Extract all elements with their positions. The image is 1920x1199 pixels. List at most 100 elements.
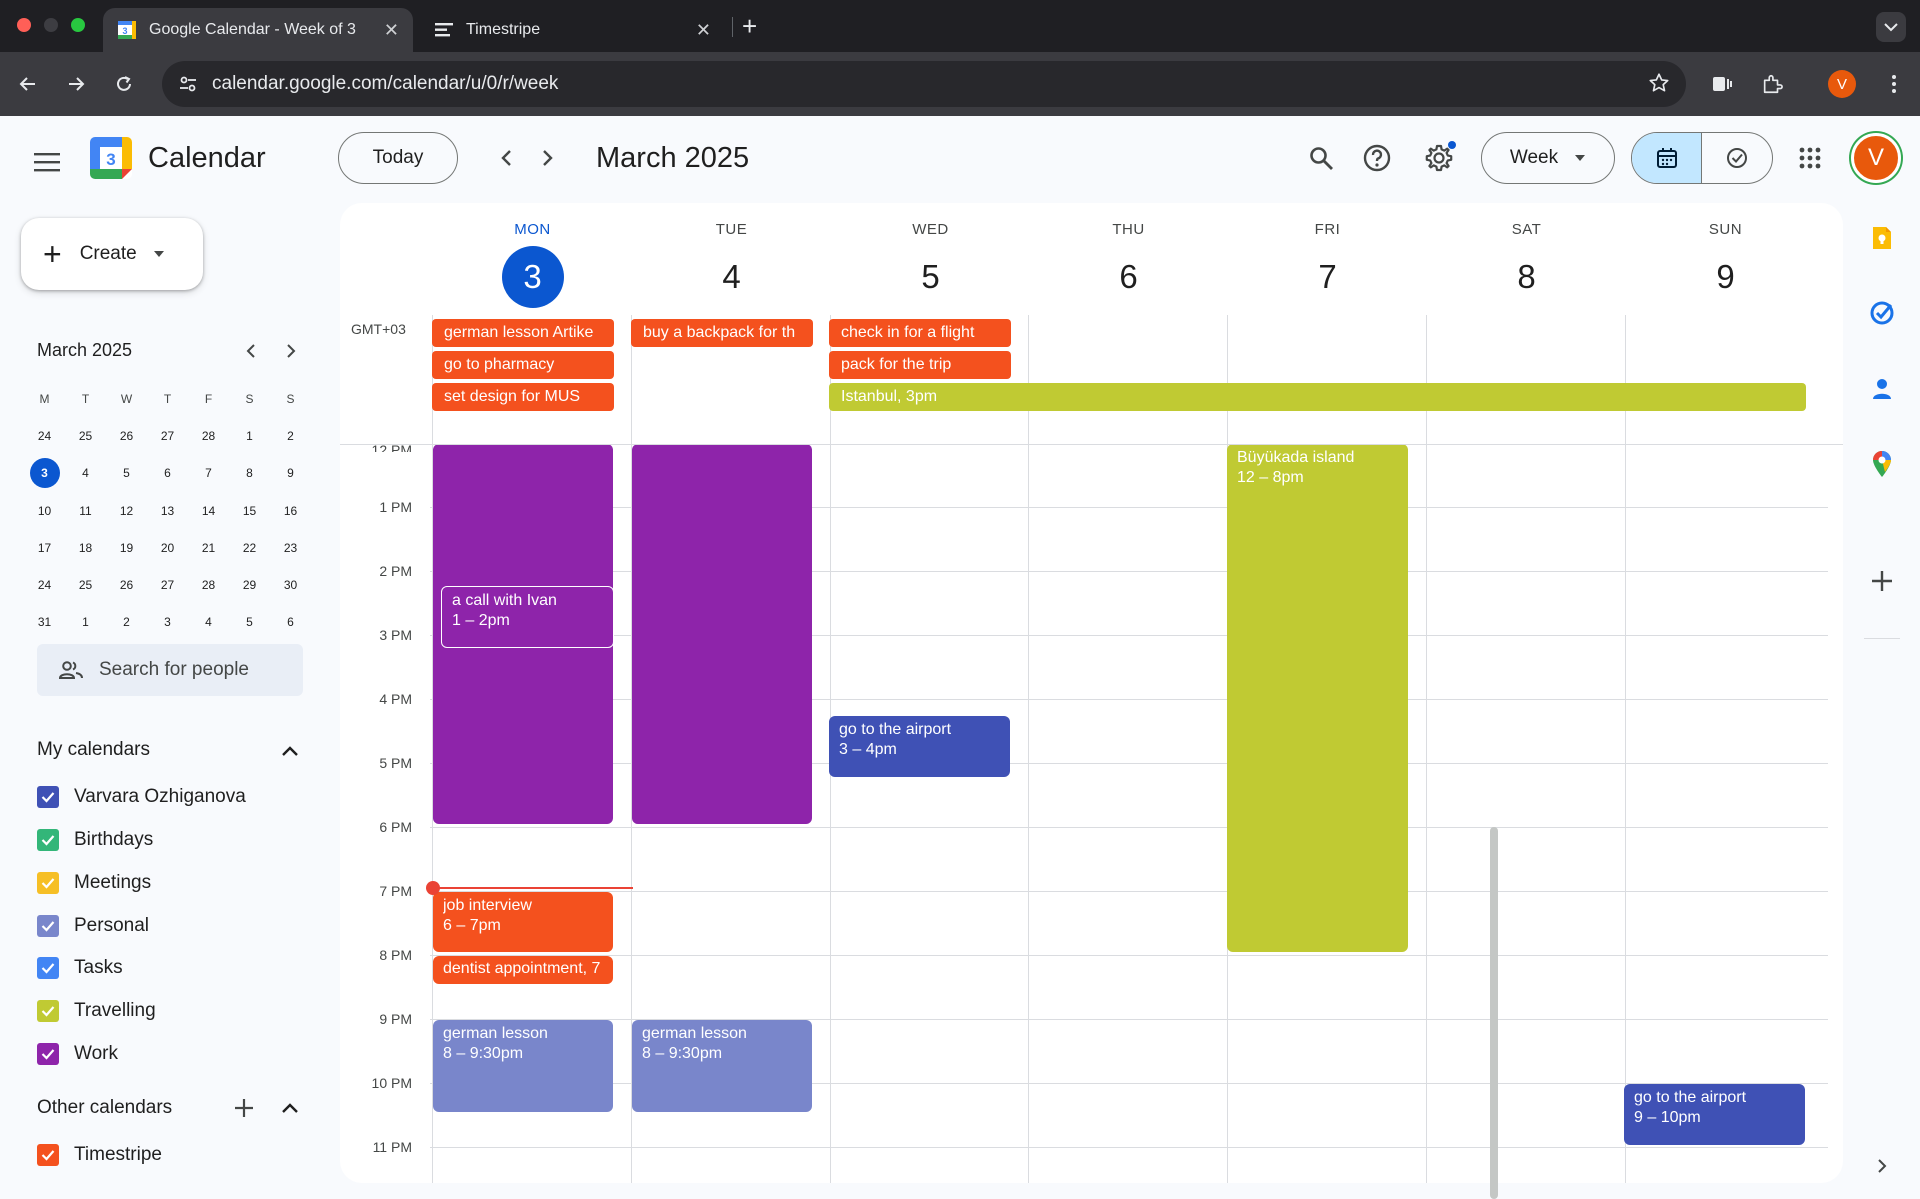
mini-calendar-day[interactable]: 22 bbox=[229, 533, 270, 563]
mini-calendar-day[interactable]: 11 bbox=[65, 496, 106, 526]
address-bar[interactable]: calendar.google.com/calendar/u/0/r/week bbox=[162, 61, 1686, 107]
calendar-item-personal[interactable]: Personal bbox=[37, 915, 149, 937]
event-go-to-airport[interactable]: go to the airport 3 – 4pm bbox=[829, 716, 1010, 777]
event-buyukada-island[interactable]: Büyükada island 12 – 8pm bbox=[1227, 444, 1408, 952]
maps-button[interactable] bbox=[1862, 444, 1902, 484]
forward-button[interactable] bbox=[58, 66, 94, 102]
reload-button[interactable] bbox=[106, 66, 142, 102]
settings-button[interactable] bbox=[1419, 138, 1459, 178]
mini-calendar-day[interactable]: 1 bbox=[229, 421, 270, 451]
mini-calendar-day[interactable]: 5 bbox=[106, 458, 147, 488]
mini-calendar-day[interactable]: 23 bbox=[270, 533, 311, 563]
other-calendars-collapse-button[interactable] bbox=[275, 1093, 305, 1123]
calendar-item-meetings[interactable]: Meetings bbox=[37, 872, 151, 894]
day-header-thu[interactable]: THU 6 bbox=[1029, 203, 1228, 308]
event-go-to-airport-sun[interactable]: go to the airport 9 – 10pm bbox=[1624, 1084, 1805, 1145]
mini-calendar-day[interactable]: 2 bbox=[106, 607, 147, 637]
mini-calendar-day[interactable]: 12 bbox=[106, 496, 147, 526]
mini-calendar-day[interactable]: 8 bbox=[229, 458, 270, 488]
calendar-item-timestripe[interactable]: Timestripe bbox=[37, 1144, 162, 1166]
mini-calendar-day[interactable]: 18 bbox=[65, 533, 106, 563]
event-dentist-appointment[interactable]: dentist appointment, 7 bbox=[433, 956, 613, 984]
google-apps-button[interactable] bbox=[1790, 138, 1830, 178]
day-number[interactable]: 6 bbox=[1098, 246, 1160, 308]
mini-calendar-day[interactable]: 21 bbox=[188, 533, 229, 563]
next-week-button[interactable] bbox=[532, 140, 564, 176]
my-calendars-collapse-button[interactable] bbox=[275, 736, 305, 766]
tasks-mode-button[interactable] bbox=[1702, 133, 1772, 183]
my-calendars-title[interactable]: My calendars bbox=[37, 739, 150, 761]
keep-button[interactable] bbox=[1862, 218, 1902, 258]
checkbox-checked-icon[interactable] bbox=[37, 1144, 59, 1166]
day-number[interactable]: 5 bbox=[900, 246, 962, 308]
day-header-fri[interactable]: FRI 7 bbox=[1228, 203, 1427, 308]
mini-calendar-day[interactable]: 31 bbox=[24, 607, 65, 637]
window-maximize-button[interactable] bbox=[71, 18, 85, 32]
checkbox-checked-icon[interactable] bbox=[37, 786, 59, 808]
mini-calendar-day[interactable]: 4 bbox=[188, 607, 229, 637]
mini-calendar-day[interactable]: 28 bbox=[188, 570, 229, 600]
mini-calendar-day[interactable]: 27 bbox=[147, 570, 188, 600]
contacts-button[interactable] bbox=[1862, 369, 1902, 409]
mini-calendar-day[interactable]: 25 bbox=[65, 570, 106, 600]
mini-calendar-day[interactable]: 26 bbox=[106, 421, 147, 451]
day-header-sat[interactable]: SAT 8 bbox=[1427, 203, 1626, 308]
browser-profile-avatar[interactable]: V bbox=[1828, 70, 1856, 98]
account-avatar[interactable]: V bbox=[1851, 133, 1901, 183]
today-button[interactable]: Today bbox=[338, 132, 458, 184]
tasks-button[interactable] bbox=[1862, 293, 1902, 333]
mini-calendar-day[interactable]: 6 bbox=[270, 607, 311, 637]
view-selector[interactable]: Week bbox=[1481, 132, 1615, 184]
mini-calendar-day[interactable]: 15 bbox=[229, 496, 270, 526]
help-button[interactable] bbox=[1357, 138, 1397, 178]
day-number[interactable]: 4 bbox=[701, 246, 763, 308]
mini-calendar-day[interactable]: 16 bbox=[270, 496, 311, 526]
mini-calendar-day[interactable]: 17 bbox=[24, 533, 65, 563]
mini-calendar-day[interactable]: 24 bbox=[24, 570, 65, 600]
all-day-event-istanbul[interactable]: Istanbul, 3pm bbox=[829, 383, 1806, 411]
day-header-wed[interactable]: WED 5 bbox=[831, 203, 1030, 308]
all-day-event[interactable]: buy a backpack for th bbox=[631, 319, 813, 347]
mini-calendar-day[interactable]: 2 bbox=[270, 421, 311, 451]
calendar-mode-button[interactable] bbox=[1632, 133, 1702, 183]
mini-calendar-day[interactable]: 27 bbox=[147, 421, 188, 451]
mini-calendar-day[interactable]: 6 bbox=[147, 458, 188, 488]
browser-tab-timestripe[interactable]: Timestripe ✕ bbox=[420, 8, 725, 52]
mini-calendar-day-today[interactable]: 3 bbox=[24, 458, 65, 489]
checkbox-checked-icon[interactable] bbox=[37, 1043, 59, 1065]
get-add-ons-button[interactable] bbox=[1862, 561, 1902, 601]
mini-calendar-day[interactable]: 26 bbox=[106, 570, 147, 600]
calendar-item-varvara[interactable]: Varvara Ozhiganova bbox=[37, 786, 246, 808]
mini-calendar-day[interactable]: 13 bbox=[147, 496, 188, 526]
all-day-event[interactable]: check in for a flight bbox=[829, 319, 1011, 347]
mini-calendar-day[interactable]: 7 bbox=[188, 458, 229, 488]
create-button[interactable]: + Create bbox=[21, 218, 203, 290]
mini-calendar-day[interactable]: 14 bbox=[188, 496, 229, 526]
checkbox-checked-icon[interactable] bbox=[37, 957, 59, 979]
mini-calendar-day[interactable]: 3 bbox=[147, 607, 188, 637]
checkbox-checked-icon[interactable] bbox=[37, 829, 59, 851]
site-settings-icon[interactable] bbox=[176, 72, 200, 96]
browser-tab-calendar[interactable]: 3 Google Calendar - Week of 3 ✕ bbox=[103, 8, 413, 52]
back-button[interactable] bbox=[10, 66, 46, 102]
scrollbar[interactable] bbox=[1490, 827, 1498, 1199]
window-minimize-button[interactable] bbox=[44, 18, 58, 32]
calendar-item-birthdays[interactable]: Birthdays bbox=[37, 829, 153, 851]
day-header-tue[interactable]: TUE 4 bbox=[632, 203, 831, 308]
new-tab-button[interactable]: + bbox=[742, 12, 757, 40]
mini-calendar-day[interactable]: 10 bbox=[24, 496, 65, 526]
day-header-mon[interactable]: MON 3 bbox=[433, 203, 632, 308]
extensions-puzzle-icon[interactable] bbox=[1756, 68, 1788, 100]
calendar-item-work[interactable]: Work bbox=[37, 1043, 118, 1065]
day-number[interactable]: 9 bbox=[1695, 246, 1757, 308]
main-menu-button[interactable] bbox=[27, 142, 67, 182]
day-header-sun[interactable]: SUN 9 bbox=[1626, 203, 1825, 308]
mini-calendar-day[interactable]: 5 bbox=[229, 607, 270, 637]
window-close-button[interactable] bbox=[17, 18, 31, 32]
tab-close-icon[interactable]: ✕ bbox=[384, 20, 399, 41]
event-german-lesson-tue[interactable]: german lesson 8 – 9:30pm bbox=[632, 1020, 812, 1112]
event-call-with-ivan[interactable]: a call with Ivan 1 – 2pm bbox=[441, 586, 614, 648]
mini-calendar-day[interactable]: 30 bbox=[270, 570, 311, 600]
media-control-icon[interactable] bbox=[1706, 68, 1738, 100]
checkbox-checked-icon[interactable] bbox=[37, 915, 59, 937]
